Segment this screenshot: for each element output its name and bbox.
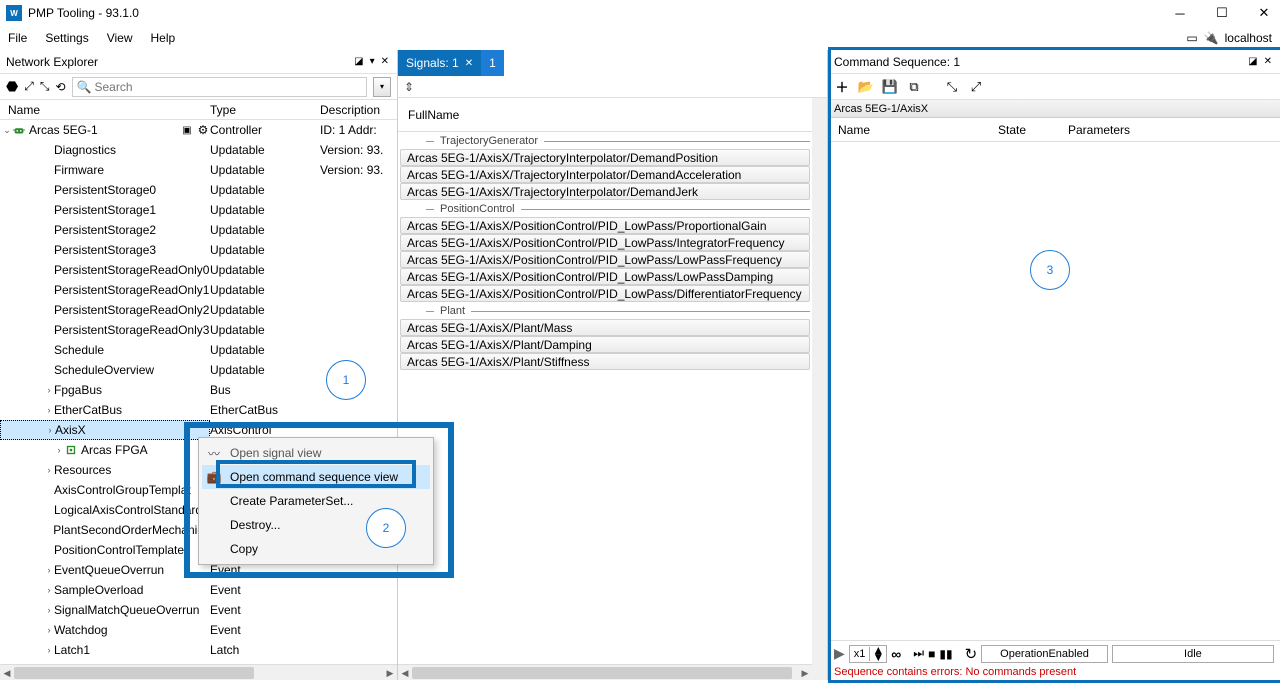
screen-icon[interactable]: ▭ <box>1186 31 1197 45</box>
stop-icon[interactable]: ■ <box>928 647 935 661</box>
cmd-title: Command Sequence: 1 <box>834 55 960 69</box>
signal-row[interactable]: Arcas 5EG-1/AxisX/PositionControl/PID_Lo… <box>400 285 810 302</box>
cmd-body <box>828 142 1280 640</box>
skip-next-icon[interactable]: ⏭ <box>913 646 924 661</box>
pin-icon[interactable]: ▾ <box>368 54 377 69</box>
refresh-icon[interactable]: ↻ <box>965 645 978 663</box>
tree-row[interactable]: PersistentStorageReadOnly1Updatable <box>0 280 397 300</box>
signal-row[interactable]: Arcas 5EG-1/AxisX/TrajectoryInterpolator… <box>400 183 810 200</box>
search-options-dropdown[interactable]: ▾ <box>373 77 391 97</box>
tree-row[interactable]: PersistentStorageReadOnly3Updatable <box>0 320 397 340</box>
host-label: localhost <box>1225 31 1272 45</box>
signal-row[interactable]: Arcas 5EG-1/AxisX/TrajectoryInterpolator… <box>400 149 810 166</box>
signal-row[interactable]: Arcas 5EG-1/AxisX/Plant/Damping <box>400 336 810 353</box>
tree-row[interactable]: FirmwareUpdatableVersion: 93. <box>0 160 397 180</box>
context-menu: 〰 Open signal view 💼 Open command sequen… <box>198 437 434 565</box>
tree-row[interactable]: ›EtherCatBusEtherCatBus <box>0 400 397 420</box>
tree-row[interactable]: ›WatchdogEvent <box>0 620 397 640</box>
expand-out-icon[interactable]: ⤢ <box>24 79 34 94</box>
tree-row[interactable]: ›Latch1Latch <box>0 640 397 660</box>
speed-stepper[interactable]: x1 ▲▼ <box>849 645 888 663</box>
copy-icon[interactable]: ⧉ <box>906 79 922 95</box>
cmd-error-text: Sequence contains errors: No commands pr… <box>828 666 1280 680</box>
ne-horizontal-scrollbar[interactable]: ◀▶ <box>0 664 397 680</box>
menu-help[interactable]: Help <box>151 31 176 45</box>
plug-filled-icon[interactable]: ⬣ <box>6 78 18 95</box>
sig-horizontal-scrollbar[interactable]: ◀▶ <box>398 664 812 680</box>
ctx-open-command-sequence-view[interactable]: 💼 Open command sequence view <box>202 465 430 489</box>
signal-row[interactable]: Arcas 5EG-1/AxisX/Plant/Mass <box>400 319 810 336</box>
close-tab-icon[interactable]: ✕ <box>465 58 473 69</box>
tree-row[interactable]: PersistentStorage3Updatable <box>0 240 397 260</box>
add-icon[interactable]: ＋ <box>834 79 850 95</box>
expand-out-icon[interactable]: ⤢ <box>968 79 984 95</box>
sig-vertical-scrollbar[interactable] <box>812 98 827 680</box>
signal-row[interactable]: Arcas 5EG-1/AxisX/PositionControl/PID_Lo… <box>400 268 810 285</box>
tree-row[interactable]: PersistentStorage0Updatable <box>0 180 397 200</box>
tree-row[interactable]: PersistentStorage2Updatable <box>0 220 397 240</box>
close-panel-icon[interactable]: ✕ <box>379 54 391 69</box>
cmd-column-headers[interactable]: Name State Parameters <box>828 118 1280 142</box>
tree-root[interactable]: ⌄Arcas 5EG-1▣⚙ <box>0 120 210 140</box>
signal-row[interactable]: Arcas 5EG-1/AxisX/TrajectoryInterpolator… <box>400 166 810 183</box>
operation-enabled-button[interactable]: OperationEnabled <box>981 645 1108 663</box>
signal-icon: 〰 <box>206 445 222 462</box>
signal-group-label: PositionControl <box>434 203 521 215</box>
signals-tab-1[interactable]: Signals: 1✕ <box>398 50 481 76</box>
ctx-create-parameterset[interactable]: Create ParameterSet... <box>202 489 430 513</box>
play-icon[interactable]: ▶ <box>834 645 845 662</box>
chip-icon <box>64 443 78 457</box>
monitor-icon[interactable]: ▣ <box>180 123 194 137</box>
signal-row[interactable]: Arcas 5EG-1/AxisX/PositionControl/PID_Lo… <box>400 217 810 234</box>
app-icon: W <box>6 5 22 21</box>
controller-icon <box>12 123 26 137</box>
signal-group-label: Plant <box>434 305 471 317</box>
window-title: PMP Tooling - 93.1.0 <box>28 6 1170 20</box>
step-over-icon[interactable]: ▮▮ <box>939 647 952 661</box>
menu-settings[interactable]: Settings <box>45 31 88 45</box>
signal-row[interactable]: Arcas 5EG-1/AxisX/Plant/Stiffness <box>400 353 810 370</box>
search-icon: 🔍 <box>77 80 92 94</box>
ne-column-headers[interactable]: Name Type Description <box>0 100 397 120</box>
cmd-target[interactable]: Arcas 5EG-1/AxisX <box>828 100 1280 118</box>
tree-row[interactable]: DiagnosticsUpdatableVersion: 93. <box>0 140 397 160</box>
tree-row[interactable]: ScheduleUpdatable <box>0 340 397 360</box>
annotation-2: 2 <box>383 521 390 535</box>
signals-col-fullname[interactable]: FullName <box>408 108 459 122</box>
tree-row[interactable]: PersistentStorageReadOnly0Updatable <box>0 260 397 280</box>
collapse-in-icon[interactable]: ⤡ <box>944 79 960 95</box>
maximize-button[interactable]: ☐ <box>1212 5 1232 21</box>
gear-icon[interactable]: ⚙ <box>196 123 210 137</box>
menu-bar: File Settings View Help ▭ 🔌 localhost <box>0 26 1280 50</box>
tree-row[interactable]: ›SignalMatchQueueOverrunEvent <box>0 600 397 620</box>
infinity-icon[interactable]: ∞ <box>891 646 901 662</box>
menu-view[interactable]: View <box>107 31 133 45</box>
close-panel-icon[interactable]: ✕ <box>1262 54 1274 69</box>
close-button[interactable]: ✕ <box>1254 5 1274 21</box>
search-input[interactable]: 🔍 <box>72 77 367 97</box>
popout-icon[interactable]: ◪ <box>1246 54 1259 69</box>
signal-group-label: TrajectoryGenerator <box>434 135 544 147</box>
signal-row[interactable]: Arcas 5EG-1/AxisX/PositionControl/PID_Lo… <box>400 234 810 251</box>
signals-tab-2[interactable]: 1 <box>481 50 504 76</box>
signal-row[interactable]: Arcas 5EG-1/AxisX/PositionControl/PID_Lo… <box>400 251 810 268</box>
swap-icon[interactable]: ⟲ <box>55 80 65 94</box>
minimize-button[interactable]: ─ <box>1170 6 1190 21</box>
popout-icon[interactable]: ◪ <box>352 54 365 69</box>
plug-icon[interactable]: 🔌 <box>1204 31 1219 45</box>
collapse-in-icon[interactable]: ⤡ <box>40 79 50 94</box>
ne-title: Network Explorer <box>6 55 98 69</box>
briefcase-icon: 💼 <box>206 470 222 484</box>
ctx-open-signal-view[interactable]: 〰 Open signal view <box>202 441 430 465</box>
annotation-3: 3 <box>1047 263 1054 277</box>
save-icon[interactable]: 💾 <box>882 79 898 95</box>
annotation-1: 1 <box>343 373 350 387</box>
tree-row[interactable]: ›SampleOverloadEvent <box>0 580 397 600</box>
updown-icon[interactable]: ⇕ <box>404 80 414 94</box>
tree-row[interactable]: PersistentStorage1Updatable <box>0 200 397 220</box>
idle-button[interactable]: Idle <box>1112 645 1274 663</box>
menu-file[interactable]: File <box>8 31 27 45</box>
tree-row[interactable]: PersistentStorageReadOnly2Updatable <box>0 300 397 320</box>
open-icon[interactable]: 📂 <box>858 79 874 95</box>
